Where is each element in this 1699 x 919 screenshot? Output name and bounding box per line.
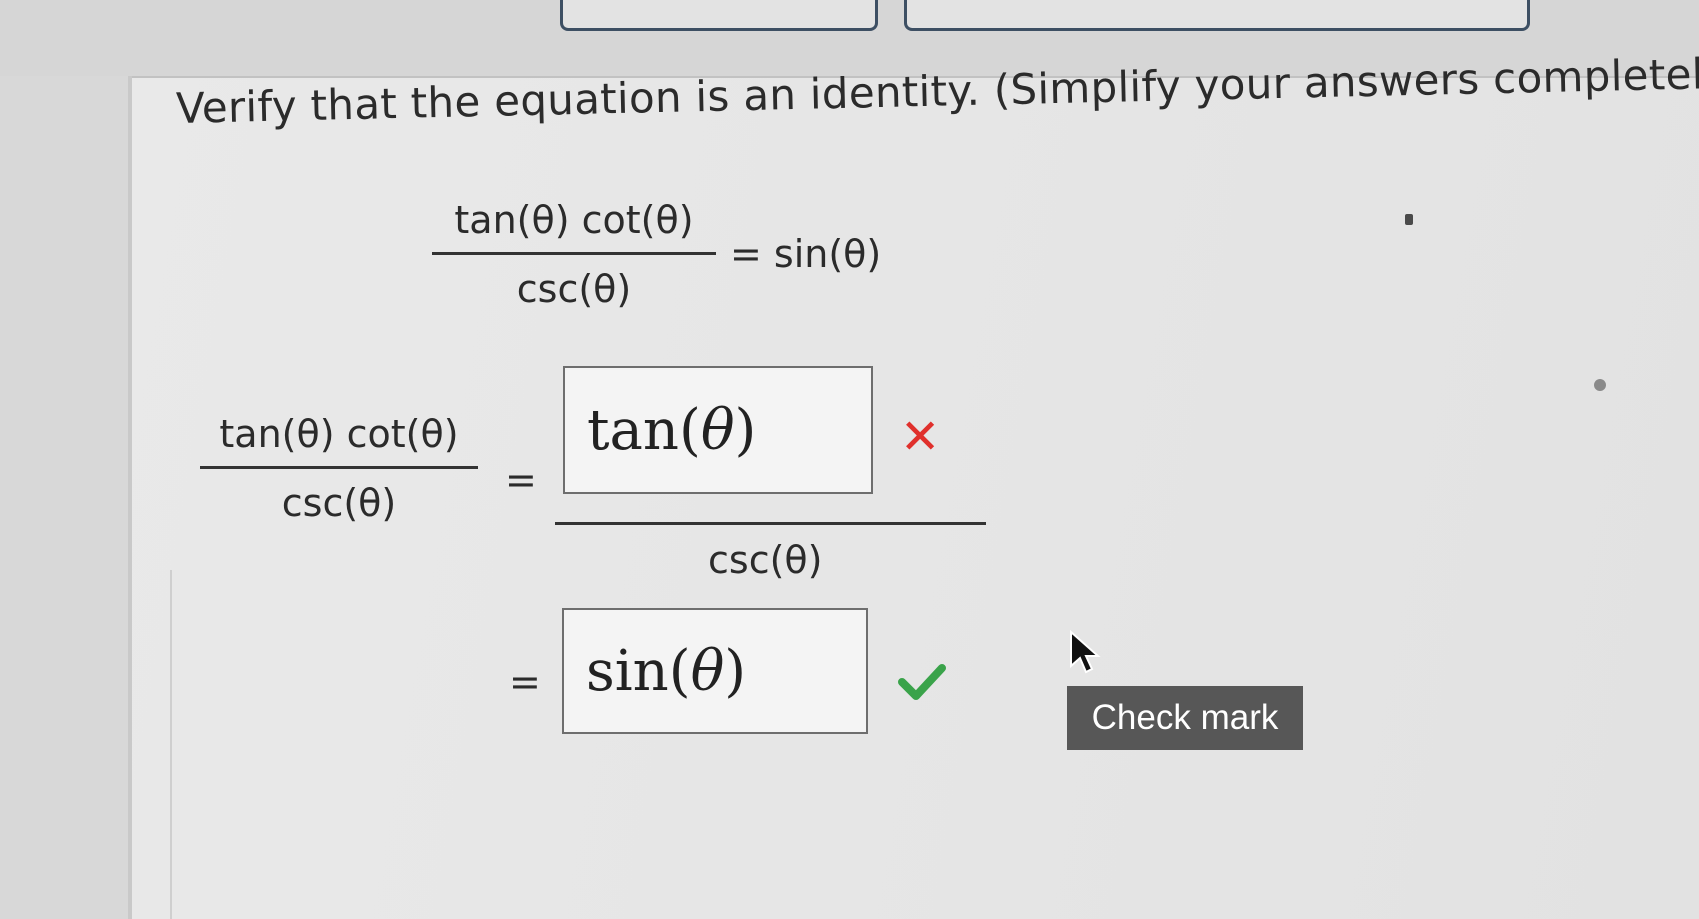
top-tab-box-2[interactable] xyxy=(904,0,1530,31)
check-mark-tooltip: Check mark xyxy=(1067,686,1303,750)
step2-answer-box[interactable]: sin(θ) xyxy=(562,608,868,734)
step1-lhs-denominator: csc(θ) xyxy=(281,481,397,525)
given-denominator: csc(θ) xyxy=(516,267,632,311)
step1-numerator-answer-box[interactable]: tan(θ) xyxy=(563,366,873,494)
check-mark-icon xyxy=(898,664,946,700)
step1-lhs-fraction-bar xyxy=(200,466,478,469)
screen-speck xyxy=(1594,379,1606,391)
given-rhs: = sin(θ) xyxy=(730,232,882,276)
given-numerator: tan(θ) cot(θ) xyxy=(454,198,694,242)
mouse-pointer-icon xyxy=(1070,630,1101,674)
top-tab-box-1[interactable] xyxy=(560,0,878,31)
inner-divider xyxy=(170,570,172,919)
step1-lhs-numerator: tan(θ) cot(θ) xyxy=(219,412,459,456)
incorrect-x-icon: ✕ xyxy=(900,409,941,465)
step2-answer-arg: θ xyxy=(690,638,725,704)
step2-answer-func: sin xyxy=(586,638,669,704)
given-fraction: tan(θ) cot(θ) csc(θ) xyxy=(432,198,716,311)
step1-answer-func: tan xyxy=(587,397,679,463)
step1-lhs-fraction: tan(θ) cot(θ) csc(θ) xyxy=(200,412,478,525)
step1-rhs-fraction-bar xyxy=(555,522,986,525)
step1-equals-sign: = xyxy=(505,458,537,502)
step2-equals-sign: = xyxy=(509,660,541,704)
step1-rhs-denominator: csc(θ) xyxy=(708,538,823,582)
left-margin xyxy=(0,76,128,919)
screen-speck xyxy=(1405,214,1413,225)
given-fraction-bar xyxy=(432,252,716,255)
step1-answer-arg: θ xyxy=(700,397,735,463)
